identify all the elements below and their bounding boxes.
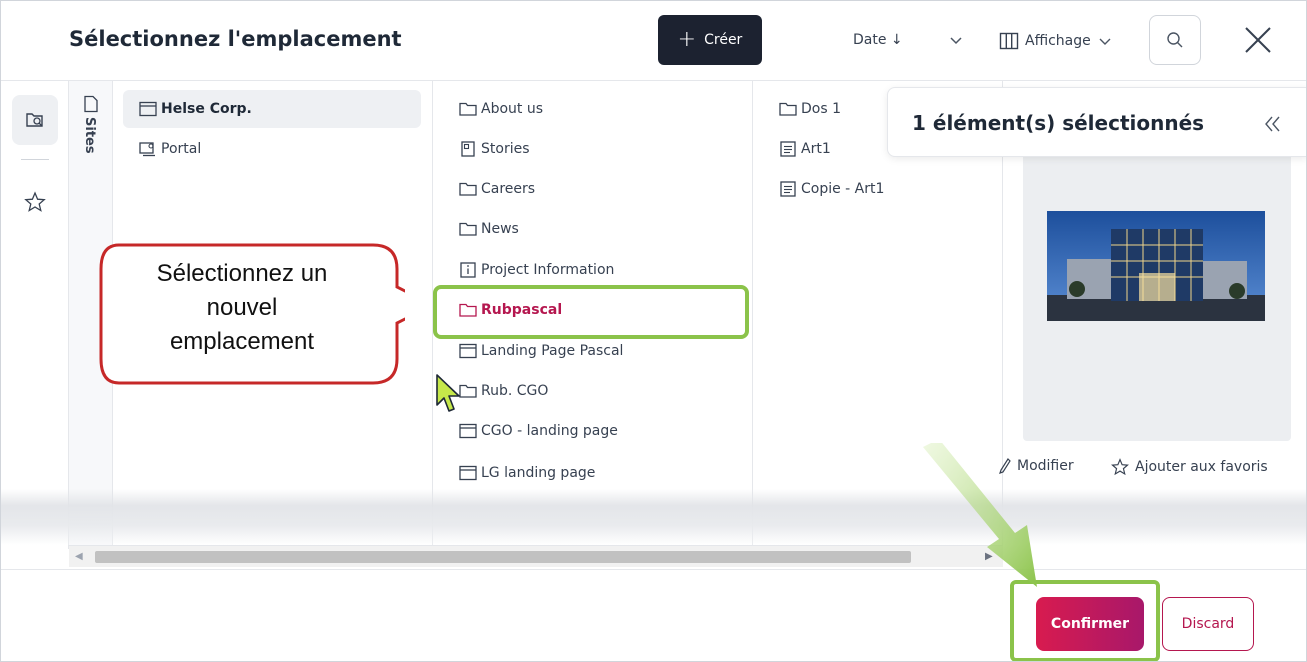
left-rail [1,81,69,549]
callout-text: Sélectionnez un nouvel emplacement [111,257,373,359]
create-label: Créer [704,32,743,48]
list-item[interactable]: LG landing page [459,454,595,492]
list-item[interactable]: Art1 [779,130,831,168]
list-item[interactable]: Dos 1 [779,90,841,128]
chevron-down-icon [1099,38,1111,45]
list-item[interactable]: Rub. CGO [459,372,548,410]
list-item[interactable]: Project Information [459,251,614,289]
double-chevron-left-icon[interactable] [1258,110,1286,138]
columns-view-icon [999,32,1019,50]
star-icon [1111,458,1129,476]
page-icon [459,343,477,359]
close-icon [1245,27,1271,53]
add-to-favorites-button[interactable]: Ajouter aux favoris [1111,458,1268,476]
star-icon [24,191,46,212]
sort-date-label[interactable]: Date ↓ [853,32,903,48]
browse-icon [26,113,43,127]
scrollbar-thumb[interactable] [95,551,911,563]
item-label: Stories [481,141,530,157]
article-icon [780,181,796,197]
location-picker-dialog: Sélectionnez l'emplacement + Créer Date … [0,0,1307,662]
list-item[interactable]: Portal [139,130,201,168]
selection-count: 1 élément(s) sélectionnés [912,111,1205,135]
callout-line: emplacement [169,328,315,355]
list-item[interactable]: Stories [459,130,530,168]
favorites-tab[interactable] [22,189,48,215]
list-item[interactable]: CGO - landing page [459,412,618,450]
portal-icon [139,142,155,157]
item-label: Careers [481,181,536,197]
article-icon [780,141,796,157]
pointer-arrow-icon [923,443,1037,587]
building-thumbnail [1047,211,1265,321]
folder-icon [459,222,477,236]
callout-line: Sélectionnez un [156,260,328,287]
folder-icon [779,102,797,116]
item-label: Art1 [801,141,831,157]
discard-button[interactable]: Discard [1162,597,1254,651]
search-button[interactable] [1149,15,1201,65]
folder-icon [459,182,477,196]
list-item[interactable]: Helse Corp. [123,90,421,128]
list-item[interactable]: About us [459,90,543,128]
item-label: Copie - Art1 [801,181,885,197]
info-icon [460,262,476,278]
rail-divider [21,159,49,160]
dialog-header: Sélectionnez l'emplacement + Créer Date … [1,1,1306,81]
dialog-title: Sélectionnez l'emplacement [69,27,402,51]
favorite-label: Ajouter aux favoris [1135,459,1268,475]
page-icon [139,101,157,117]
item-label: Helse Corp. [161,101,252,117]
item-label: Dos 1 [801,101,841,117]
search-icon [1167,32,1183,48]
dialog-footer: Confirmer Discard [1,569,1306,661]
item-label: LG landing page [481,465,596,481]
item-label: About us [481,101,544,117]
chevron-down-icon[interactable] [945,29,967,51]
item-label: News [481,221,519,237]
browse-tab[interactable] [12,95,58,145]
page-icon [459,465,477,481]
item-label: CGO - landing page [481,423,618,439]
create-button[interactable]: + Créer [658,15,762,65]
scroll-left-icon[interactable]: ◀ [75,551,83,562]
preview-card [1023,129,1291,441]
list-item[interactable]: Copie - Art1 [779,170,884,208]
view-toggle-button[interactable]: Affichage [999,29,1113,53]
storyboard-icon [461,141,475,157]
selection-summary-panel: 1 élément(s) sélectionnés [887,87,1306,157]
page-icon [459,423,477,439]
folder-icon [459,102,477,116]
list-item[interactable]: Careers [459,170,535,208]
item-label: Rub. CGO [481,383,549,399]
sites-tab-label: Sites [82,117,97,154]
blur-overlay [1,489,1306,545]
mouse-cursor-icon [436,374,460,412]
close-button[interactable] [1239,21,1277,59]
callout-line: nouvel [206,294,278,321]
view-label: Affichage [1025,33,1091,49]
list-item[interactable]: News [459,210,519,248]
page-icon [84,95,98,113]
horizontal-scrollbar[interactable]: ◀ ▶ [69,545,1003,567]
rubpascal-highlight-box [433,285,749,339]
item-label: Landing Page Pascal [481,343,624,359]
plus-icon: + [677,27,697,52]
item-label: Portal [161,141,202,157]
item-label: Project Information [481,262,615,278]
confirm-button[interactable]: Confirmer [1036,597,1144,651]
